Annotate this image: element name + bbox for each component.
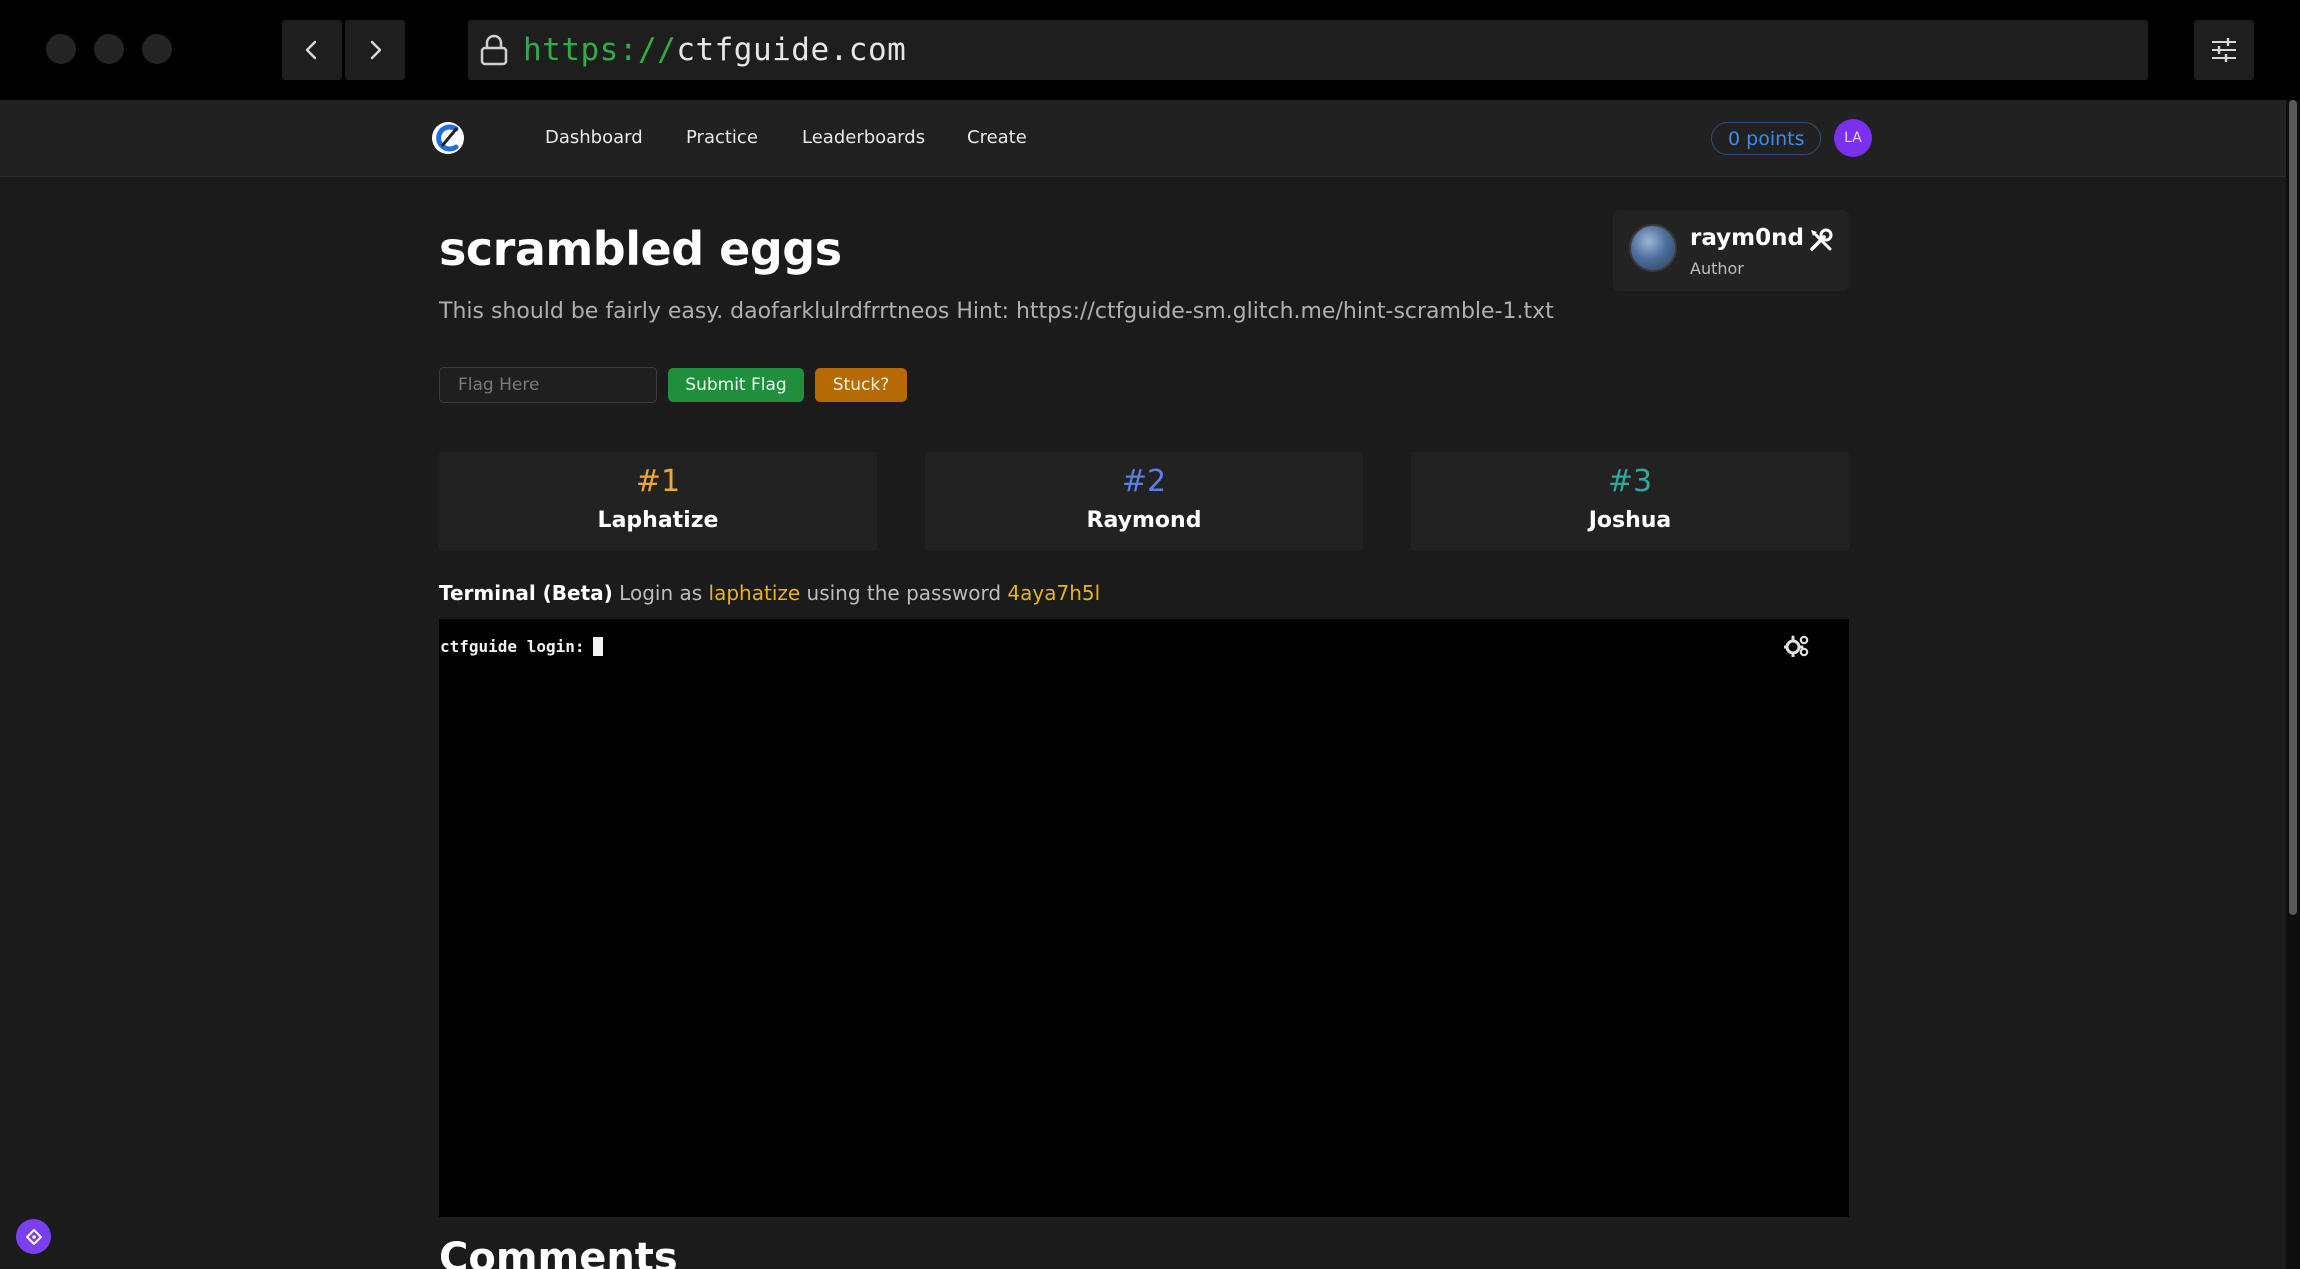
rank-number: #3 <box>1607 464 1653 499</box>
site-navbar: Dashboard Practice Leaderboards Create 0… <box>0 100 2286 177</box>
flag-input[interactable] <box>439 367 657 403</box>
leaderboard-card-1: #1 Laphatize <box>439 452 877 551</box>
points-badge[interactable]: 0 points <box>1711 122 1822 155</box>
terminal-password: 4aya7h5l <box>1007 581 1101 605</box>
terminal-prompt-line: ctfguide login: <box>440 637 603 656</box>
leaderboard-card-2: #2 Raymond <box>925 452 1363 551</box>
user-avatar[interactable]: LA <box>1834 119 1872 157</box>
window-minimize-button[interactable] <box>94 34 124 64</box>
forward-button[interactable] <box>345 20 405 80</box>
sliders-icon <box>2212 38 2236 62</box>
gears-icon[interactable] <box>1784 635 1810 657</box>
terminal-password-prefix: using the password <box>806 581 1002 605</box>
challenge-title: scrambled eggs <box>439 222 842 276</box>
nav-dashboard[interactable]: Dashboard <box>545 127 643 148</box>
address-bar[interactable]: https://ctfguide.com <box>468 20 2148 80</box>
url-scheme: https:// <box>523 32 677 68</box>
author-name: raym0nd <box>1690 225 1804 251</box>
author-role: Author <box>1690 259 1744 278</box>
back-icon <box>305 40 317 60</box>
logo-icon[interactable] <box>430 120 466 156</box>
lock-icon <box>480 34 508 66</box>
url-text: https://ctfguide.com <box>523 32 906 68</box>
comments-heading: Comments <box>439 1235 678 1269</box>
author-card[interactable]: raym0nd Author <box>1613 210 1849 291</box>
author-avatar <box>1629 224 1677 272</box>
scrollbar-thumb[interactable] <box>2289 100 2297 915</box>
rank-number: #2 <box>1121 464 1167 499</box>
terminal-username: laphatize <box>708 581 801 605</box>
terminal-instructions: Terminal (Beta) Login as laphatize using… <box>439 581 1100 605</box>
browser-settings-button[interactable] <box>2194 20 2254 80</box>
nav-leaderboards[interactable]: Leaderboards <box>802 127 925 148</box>
leaderboard-card-3: #3 Joshua <box>1411 452 1849 551</box>
nav-create[interactable]: Create <box>967 127 1027 148</box>
challenge-description: This should be fairly easy. daofarklulrd… <box>439 299 1554 324</box>
rank-name: Joshua <box>1588 508 1672 533</box>
stuck-button[interactable]: Stuck? <box>815 368 907 402</box>
forward-icon <box>370 40 382 60</box>
url-host: ctfguide.com <box>676 32 907 68</box>
rank-name: Laphatize <box>597 508 719 533</box>
rank-name: Raymond <box>1086 508 1202 533</box>
window-close-button[interactable] <box>46 34 76 64</box>
diamond-icon <box>25 1228 42 1245</box>
terminal-cursor <box>592 637 603 656</box>
terminal-window[interactable]: ctfguide login: <box>439 619 1849 1217</box>
nav-practice[interactable]: Practice <box>686 127 758 148</box>
window-maximize-button[interactable] <box>142 34 172 64</box>
terminal-login-prefix: Login as <box>619 581 703 605</box>
tools-icon <box>1810 228 1833 251</box>
browser-chrome: https://ctfguide.com <box>0 0 2300 100</box>
terminal-prompt: ctfguide login: <box>440 637 585 656</box>
rank-number: #1 <box>635 464 681 499</box>
back-button[interactable] <box>282 20 342 80</box>
submit-flag-button[interactable]: Submit Flag <box>668 368 804 402</box>
terminal-title: Terminal (Beta) <box>439 581 613 605</box>
floating-action-button[interactable] <box>16 1219 51 1254</box>
